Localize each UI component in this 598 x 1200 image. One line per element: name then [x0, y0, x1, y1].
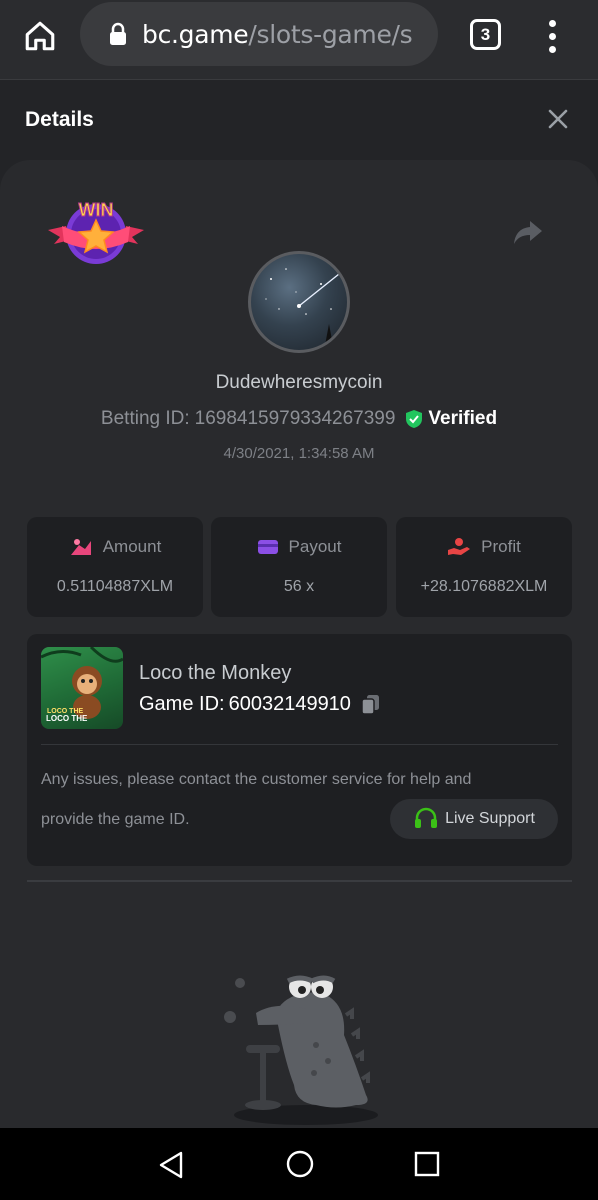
stat-header: Payout [211, 537, 387, 557]
shield-check-icon [406, 410, 423, 428]
tab-switcher-button[interactable]: 3 [470, 19, 501, 50]
lock-icon [110, 22, 126, 45]
betting-id-value: 1698415979334267399 [194, 408, 396, 429]
recent-apps-icon[interactable] [414, 1151, 440, 1177]
copy-icon[interactable] [359, 692, 383, 716]
share-icon[interactable] [512, 218, 544, 246]
username: Dudewheresmycoin [215, 372, 383, 393]
stat-label: Payout [288, 537, 342, 556]
back-icon[interactable] [157, 1150, 185, 1180]
game-id-label: Game ID: [139, 692, 225, 715]
home-icon [25, 21, 55, 51]
game-card: LOCO THE LOCO THE MONKEY Loco the Monkey… [27, 634, 572, 866]
home-circle-icon[interactable] [286, 1150, 314, 1178]
close-button[interactable] [544, 107, 572, 135]
stat-header: Profit [396, 537, 572, 557]
game-thumbnail[interactable]: LOCO THE LOCO THE MONKEY [41, 647, 123, 729]
address-bar[interactable]: bc.game/slots-game/s [80, 2, 438, 66]
game-name: Loco the Monkey [139, 662, 292, 684]
stat-label: Amount [102, 537, 162, 556]
stat-card-profit: Profit +28.1076882XLM [396, 517, 572, 617]
system-nav-bar [0, 1128, 598, 1200]
verified-badge: Verified [405, 408, 497, 430]
avatar [248, 251, 350, 353]
section-divider [27, 880, 572, 882]
game-id-row: Game ID: 60032149910 [139, 692, 383, 716]
url-path: /slots-game/s [248, 19, 413, 49]
amount-icon [70, 539, 91, 555]
home-button[interactable] [18, 14, 62, 58]
stat-label: Profit [481, 537, 521, 556]
notice-line-1: Any issues, please contact the customer … [41, 771, 472, 788]
live-support-button[interactable]: Live Support [390, 799, 558, 839]
stat-card-payout: Payout 56 x [211, 517, 387, 617]
headset-icon [415, 807, 438, 828]
url-text: bc.game/slots-game/s [142, 19, 413, 49]
stat-value: 0.51104887XLM [56, 578, 174, 595]
stat-card-amount: Amount 0.51104887XLM [27, 517, 203, 617]
svg-text:WIN: WIN [79, 200, 114, 220]
stat-value: +28.1076882XLM [420, 578, 548, 595]
thumb-title: LOCO THE MONKEY [46, 714, 88, 724]
stat-header: Amount [27, 537, 203, 557]
win-badge-icon: WIN [48, 200, 144, 264]
payout-card-icon [257, 540, 278, 554]
bet-timestamp: 4/30/2021, 1:34:58 AM [223, 445, 375, 462]
verified-label: Verified [428, 408, 498, 429]
browser-toolbar: bc.game/slots-game/s 3 [0, 0, 598, 80]
crocodile-mascot-icon [224, 975, 378, 1125]
url-domain: bc.game [142, 19, 249, 49]
game-id-value: 60032149910 [228, 692, 351, 715]
betting-id-label: Betting ID: [100, 408, 190, 429]
page-title: Details [25, 108, 94, 131]
close-icon [548, 109, 568, 129]
card-divider [41, 744, 558, 745]
profit-hand-icon [448, 538, 471, 555]
live-support-label: Live Support [445, 810, 535, 827]
stat-value: 56 x [283, 578, 315, 595]
betting-id-row: Betting ID: 1698415979334267399 Verified [0, 408, 598, 430]
more-vert-icon[interactable] [538, 14, 566, 58]
